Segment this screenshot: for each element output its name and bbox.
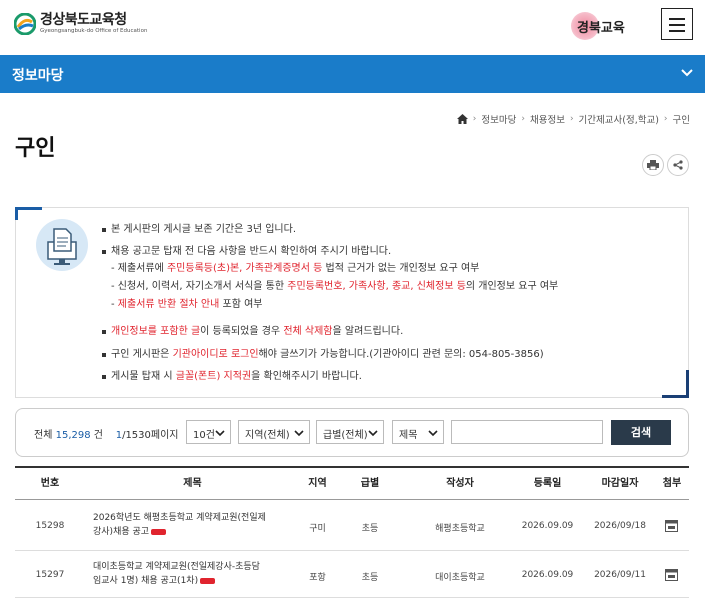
- row-author: 해평초등학교: [435, 524, 485, 534]
- logo-icon: [14, 12, 36, 35]
- row-deadline: 2026/09/11: [594, 570, 646, 580]
- row-region: 포항: [309, 573, 326, 583]
- logo-subtitle: Gyeongsangbuk-do Office of Education: [40, 28, 148, 34]
- search-input[interactable]: [451, 420, 603, 444]
- brand-logo[interactable]: 경북교육: [571, 12, 625, 40]
- notice-subitem: - 제출서류에 주민등록등(초)본, 가족관계증명서 등 법적 근거가 없는 개…: [111, 263, 480, 274]
- col-date: 등록일: [533, 478, 562, 489]
- logo-title: 경상북도교육청: [40, 12, 127, 28]
- total-number: 15,298: [55, 430, 91, 441]
- dropdown-arrow-icon: [368, 430, 378, 437]
- region-select[interactable]: 지역(전체): [238, 420, 310, 444]
- menu-icon: [669, 18, 685, 20]
- breadcrumb-item[interactable]: 정보마당: [481, 112, 516, 126]
- attachment-icon[interactable]: [665, 569, 678, 581]
- section-bar[interactable]: 정보마당: [0, 55, 705, 93]
- table-row[interactable]: 15297 대이초등학교 계약제교원(전일제강사-초등담 임교사 1명) 채용 …: [15, 552, 689, 598]
- row-date: 2026.09.09: [521, 570, 574, 580]
- share-button[interactable]: [667, 154, 689, 176]
- row-level: 초등: [361, 524, 379, 534]
- table-row[interactable]: 15298 2026학년도 해평초등학교 계약제교원(전일제 강사)채용 공고 …: [15, 501, 689, 551]
- breadcrumb-item[interactable]: 기간제교사(정,학교): [579, 112, 659, 126]
- row-author: 대이초등학교: [435, 573, 485, 583]
- col-region: 지역: [308, 478, 327, 489]
- posts-table: 번호 제목 지역 급별 작성자 등록일 마감일자 첨부 15298 2026학년…: [15, 466, 689, 598]
- col-attachment: 첨부: [662, 478, 682, 489]
- row-region: 구미: [309, 524, 326, 534]
- page-title: 구인: [15, 136, 56, 161]
- breadcrumb-current: 구인: [672, 115, 690, 126]
- site-header: 경상북도교육청 Gyeongsangbuk-do Office of Educa…: [0, 0, 705, 55]
- row-title[interactable]: 대이초등학교 계약제교원(전일제강사-초등담 임교사 1명) 채용 공고(1차): [93, 560, 298, 588]
- notice-item: 개인정보를 포함한 글이 등록되었을 경우 전체 삭제함을 알려드립니다.: [102, 324, 403, 339]
- document-monitor-icon: [36, 219, 88, 271]
- col-deadline: 마감일자: [601, 478, 639, 489]
- row-level: 초등: [361, 573, 379, 583]
- table-header: 번호 제목 지역 급별 작성자 등록일 마감일자 첨부: [15, 468, 689, 500]
- dropdown-arrow-icon: [428, 430, 438, 437]
- notice-item: 구인 게시판은 기관아이디로 로그인해야 글쓰기가 가능합니다.(기관아이디 관…: [102, 347, 544, 362]
- row-date: 2026.09.09: [521, 521, 574, 531]
- notice-subitem: - 제출서류 반환 절차 안내 포함 여부: [111, 299, 263, 310]
- dropdown-arrow-icon: [215, 430, 225, 437]
- section-title: 정보마당: [12, 68, 64, 84]
- total-count: 전체 15,298 건 1/1530페이지: [34, 430, 179, 441]
- notice-subitem: - 신청서, 이력서, 자기소개서 서식을 통한 주민등록번호, 가족사항, 종…: [111, 281, 559, 292]
- notice-item: 게시물 탑재 시 글꼴(폰트) 지적권을 확인해주시기 바랍니다.: [102, 369, 362, 384]
- level-select[interactable]: 급별(전체): [316, 420, 384, 444]
- notice-item: 채용 공고문 탑재 전 다음 사항을 반드시 확인하여 주시기 바랍니다.: [102, 244, 391, 259]
- search-bar: 전체 15,298 건 1/1530페이지 10건 지역(전체) 급별(전체) …: [15, 408, 689, 457]
- search-field-select[interactable]: 제목: [392, 420, 444, 444]
- attachment-icon[interactable]: [665, 520, 678, 532]
- site-logo[interactable]: 경상북도교육청 Gyeongsangbuk-do Office of Educa…: [14, 12, 147, 35]
- col-number: 번호: [40, 478, 60, 489]
- row-deadline: 2026/09/18: [594, 521, 646, 531]
- home-icon[interactable]: [456, 114, 468, 124]
- row-number: 15298: [35, 521, 65, 531]
- search-button[interactable]: 검색: [611, 420, 671, 445]
- notice-box: 본 게시판의 게시글 보존 기간은 3년 입니다. 채용 공고문 탑재 전 다음…: [15, 207, 689, 398]
- breadcrumb-item[interactable]: 채용정보: [530, 112, 565, 126]
- row-number: 15297: [35, 570, 65, 580]
- brand-text: 경북교육: [577, 20, 625, 36]
- share-icon: [673, 160, 683, 170]
- chevron-down-icon[interactable]: [680, 66, 694, 80]
- menu-button[interactable]: [661, 8, 693, 40]
- page-total: /1530페이지: [122, 430, 179, 441]
- breadcrumb: › 정보마당 › 채용정보 › 기간제교사(정,학교) › 구인: [456, 112, 690, 126]
- col-author: 작성자: [446, 478, 474, 489]
- notice-item: 본 게시판의 게시글 보존 기간은 3년 입니다.: [102, 222, 296, 237]
- row-title[interactable]: 2026학년도 해평초등학교 계약제교원(전일제 강사)채용 공고: [93, 511, 298, 539]
- new-badge-icon: [151, 528, 167, 535]
- per-page-select[interactable]: 10건: [186, 420, 231, 444]
- print-icon: [647, 160, 659, 170]
- print-button[interactable]: [642, 154, 664, 176]
- dropdown-arrow-icon: [294, 430, 304, 437]
- new-badge-icon: [200, 577, 216, 584]
- col-level: 급별: [360, 478, 380, 489]
- col-title: 제목: [183, 478, 202, 489]
